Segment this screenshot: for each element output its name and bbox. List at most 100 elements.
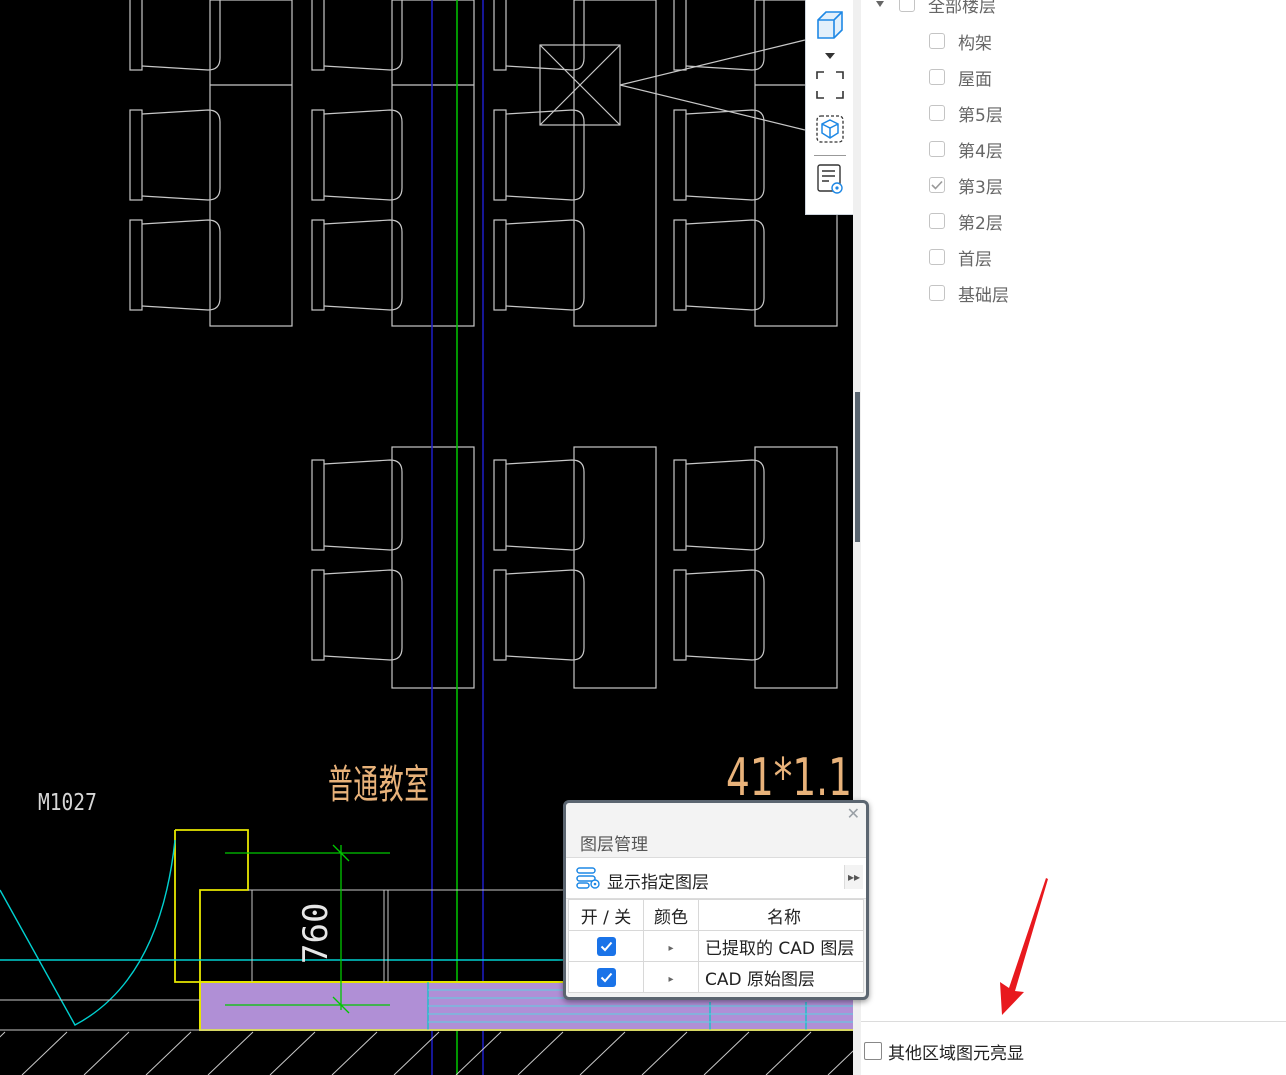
floor-tree-root-checkbox[interactable] [899, 0, 915, 12]
ground-hatch [579, 1031, 626, 1075]
3d-box-icon[interactable] [813, 8, 847, 42]
chair-seat [505, 459, 585, 551]
ground-hatch [269, 1031, 316, 1075]
ground-hatch [517, 1031, 564, 1075]
floor-item[interactable]: 第2层 [929, 209, 1003, 234]
floor-item[interactable]: 第5层 [929, 101, 1003, 126]
ground-hatch [331, 1031, 378, 1075]
floor-item[interactable]: 构架 [929, 29, 992, 54]
layer-name: CAD 原始图层 [698, 961, 864, 993]
chair-back [129, 219, 143, 311]
chair-back [673, 219, 687, 311]
table-row[interactable]: ▸ CAD 原始图层 [568, 961, 864, 993]
ground-hatch [0, 1031, 6, 1038]
floor-label: 构架 [958, 33, 992, 54]
layer-toggle-cell [568, 930, 644, 962]
floor-label: 首层 [958, 249, 992, 270]
chair-seat [323, 219, 403, 311]
floor-item[interactable]: 基础层 [929, 281, 1009, 306]
fullscreen-icon[interactable] [813, 68, 847, 102]
floor-panel: 全部楼层 构架 屋面 第5层 第4层 第3层 第2层 首层 基础层 其他区域图元… [861, 0, 1286, 1075]
chair-seat [505, 219, 585, 311]
chair-seat [505, 0, 585, 71]
floor-checkbox[interactable] [929, 141, 945, 157]
layer-color-cell[interactable]: ▸ [643, 930, 699, 962]
floor-checkbox[interactable] [929, 105, 945, 121]
table-header: 开 / 关 颜色 名称 [568, 899, 864, 931]
3d-select-icon[interactable] [813, 112, 847, 146]
column-header-name[interactable]: 名称 [698, 899, 864, 931]
expand-icon[interactable]: ▸▸ [844, 865, 863, 889]
panel-divider [861, 1021, 1286, 1022]
ground-hatch [703, 1031, 750, 1075]
ground-hatch [83, 1031, 130, 1075]
floor-checkbox[interactable] [929, 33, 945, 49]
floor-label: 第2层 [958, 213, 1003, 234]
dialog-title: 图层管理 [580, 835, 648, 855]
highlight-label: 其他区域图元亮显 [888, 1043, 1024, 1064]
floor-checkbox[interactable] [929, 285, 945, 301]
chair-back [129, 0, 143, 71]
dialog-title-bar[interactable]: 图层管理 [566, 823, 866, 858]
ground-hatch [455, 1031, 502, 1075]
color-dropdown-icon[interactable]: ▸ [668, 974, 673, 985]
floor-item[interactable]: 第3层 [929, 173, 1003, 198]
leader-line [619, 39, 806, 86]
chair-seat [323, 0, 403, 71]
floor-checkbox[interactable] [929, 249, 945, 265]
layer-color-cell[interactable]: ▸ [643, 961, 699, 993]
color-dropdown-icon[interactable]: ▸ [668, 943, 673, 954]
toolbar-divider [814, 155, 846, 156]
floor-label: 第5层 [958, 105, 1003, 126]
ground-hatch [765, 1031, 812, 1075]
chair-seat [141, 0, 221, 71]
door-label: M1027 [38, 790, 97, 816]
chair-seat [323, 569, 403, 661]
show-layer-button[interactable]: 显示指定图层 [607, 868, 709, 893]
chair-seat [685, 219, 765, 311]
door-swing [0, 839, 176, 1026]
chair-back [493, 459, 507, 551]
chair-seat [141, 109, 221, 201]
tree-expand-icon[interactable] [875, 0, 885, 8]
floor-checkbox-checked[interactable] [929, 177, 945, 193]
check-icon [600, 972, 612, 982]
chair-seat [323, 109, 403, 201]
desk-outline [573, 446, 657, 689]
chair-back [311, 219, 325, 311]
floor-label: 第4层 [958, 141, 1003, 162]
layer-toggle-cell [568, 961, 644, 993]
floor-item[interactable]: 首层 [929, 245, 992, 270]
layer-table: 开 / 关 颜色 名称 ▸ 已提取的 CAD 图层 ▸ CAD 原始图层 [568, 899, 864, 993]
floor-label: 屋面 [958, 69, 992, 90]
layer-toggle-checkbox[interactable] [596, 967, 616, 987]
table-row[interactable]: ▸ 已提取的 CAD 图层 [568, 930, 864, 962]
floor-item[interactable]: 屋面 [929, 65, 992, 90]
layer-management-dialog: ✕ 图层管理 显示指定图层 ▸▸ 开 / 关 颜色 名称 ▸ 已提取的 CAD … [563, 800, 869, 1000]
door-frame [174, 830, 200, 983]
ground-hatch [207, 1031, 254, 1075]
floor-item[interactable]: 第4层 [929, 137, 1003, 162]
chair-back [129, 109, 143, 201]
splitter-handle[interactable] [855, 392, 860, 542]
view-toolbar [805, 0, 854, 215]
chair-back [673, 109, 687, 201]
layer-name: 已提取的 CAD 图层 [698, 930, 864, 962]
chair-seat [505, 109, 585, 201]
column-header-color[interactable]: 颜色 [643, 899, 699, 931]
layer-toggle-checkbox[interactable] [596, 936, 616, 956]
highlight-option[interactable]: 其他区域图元亮显 [864, 1040, 1024, 1064]
check-icon [600, 941, 612, 951]
floor-checkbox[interactable] [929, 213, 945, 229]
dropdown-arrow-icon[interactable] [813, 46, 847, 66]
chair-seat [141, 219, 221, 311]
desk-outline [391, 446, 475, 689]
floor-tree-root[interactable]: 全部楼层 [875, 0, 996, 17]
floor-checkbox[interactable] [929, 69, 945, 85]
highlight-checkbox[interactable] [864, 1042, 882, 1060]
floor-label: 第3层 [958, 177, 1003, 198]
ground-hatch [827, 1047, 856, 1075]
close-icon[interactable]: ✕ [847, 806, 860, 822]
column-header-onoff[interactable]: 开 / 关 [568, 899, 644, 931]
layer-view-icon[interactable] [813, 162, 847, 196]
